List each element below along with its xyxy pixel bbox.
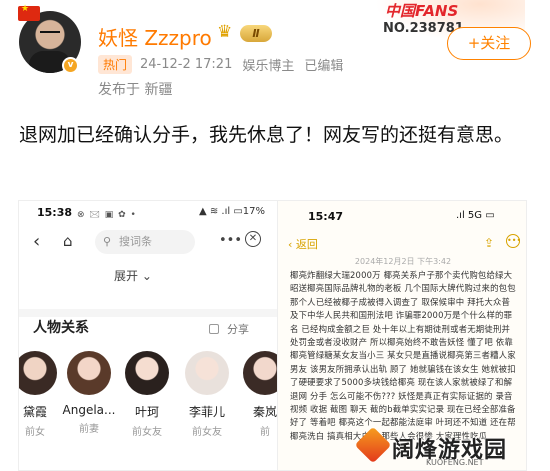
- status-time: 15:47: [308, 210, 344, 223]
- relation-role: 前: [260, 427, 270, 438]
- relation-name: 秦岚: [252, 405, 277, 419]
- hot-tag[interactable]: 热门: [98, 55, 133, 74]
- relation-item[interactable]: 叶珂 前女友: [117, 351, 177, 438]
- search-input[interactable]: ⚲ 搜词条: [95, 230, 195, 254]
- close-icon[interactable]: ✕: [245, 231, 261, 247]
- share-label: 分享: [227, 323, 249, 336]
- relation-role: 前妻: [79, 424, 99, 435]
- level-badge: Ⅱ: [240, 25, 272, 42]
- relation-item[interactable]: Angela... 前妻: [59, 351, 119, 435]
- relation-avatar: [67, 351, 111, 395]
- status-bar: 15:38 ⊗ 🖂 ▣ ✿ • ▲ ≋ .ıl ▭17%: [19, 206, 277, 222]
- relation-avatar: [243, 351, 277, 395]
- notes-back-button[interactable]: ‹ 返回: [288, 236, 318, 252]
- share-icon[interactable]: ⇪: [484, 236, 494, 250]
- browser-nav: ‹ ⌂ ⚲ 搜词条 ••• ✕: [19, 229, 277, 259]
- relation-name: 李菲儿: [188, 405, 225, 419]
- avatar-glasses: [40, 31, 60, 36]
- site-watermark: 阔烽游戏园 KUOFENG.NET: [354, 426, 535, 467]
- section-title: 人物关系: [33, 320, 89, 336]
- back-icon[interactable]: ‹: [33, 231, 40, 252]
- more-icon[interactable]: •••: [506, 234, 521, 248]
- section-divider: [19, 309, 277, 317]
- relation-role: 前女: [25, 427, 45, 438]
- relation-item[interactable]: 黛霞 前女: [19, 351, 65, 438]
- relation-avatar: [125, 351, 169, 395]
- verified-badge-icon: v: [62, 57, 79, 74]
- fans-title: 中国FANS: [385, 2, 459, 20]
- home-icon[interactable]: ⌂: [63, 232, 73, 250]
- china-flag-icon: [18, 4, 40, 21]
- attached-image-1[interactable]: 15:38 ⊗ 🖂 ▣ ✿ • ▲ ≋ .ıl ▭17% ‹ ⌂ ⚲ 搜词条 •…: [18, 200, 278, 471]
- note-body: 椰亮炸翻绿大瑞2000万 椰亮关系户子那个卖代购包给绿大昭送椰亮国际品牌礼物的老…: [290, 270, 516, 441]
- relation-role: 前女友: [192, 427, 222, 438]
- more-icon[interactable]: •••: [219, 233, 242, 248]
- post-text: 退网加已经确认分手，我先休息了！网友写的还挺有意思。: [19, 124, 514, 146]
- crown-icon: ♛: [217, 22, 233, 42]
- status-right: .ıl 5G ▭: [456, 210, 495, 221]
- author-username[interactable]: 妖怪 Zzzpro: [98, 22, 212, 51]
- relation-name: 黛霞: [22, 405, 47, 419]
- watermark-logo-icon: [354, 426, 392, 464]
- status-right: ▲ ≋ .ıl ▭17%: [199, 206, 266, 217]
- share-button[interactable]: 分享: [209, 321, 249, 337]
- search-icon: ⚲: [103, 235, 112, 248]
- attached-image-2[interactable]: 15:47 .ıl 5G ▭ ‹ 返回 ⇪ ••• 2024年12月2日 下午3…: [277, 200, 527, 471]
- posted-from: 发布于 新疆: [98, 82, 173, 98]
- status-time: 15:38: [37, 206, 73, 219]
- relation-role: 前女友: [132, 427, 162, 438]
- status-icons: ⊗ 🖂 ▣ ✿ •: [77, 210, 137, 220]
- edited-label[interactable]: 已编辑: [304, 55, 343, 74]
- follow-button[interactable]: +关注: [447, 27, 531, 60]
- relation-avatar: [19, 351, 57, 395]
- search-placeholder: 搜词条: [119, 235, 152, 248]
- watermark-url: KUOFENG.NET: [426, 458, 484, 467]
- back-label: 返回: [295, 238, 318, 251]
- share-icon: [209, 324, 219, 334]
- relation-item[interactable]: 李菲儿 前女友: [177, 351, 237, 438]
- relation-item[interactable]: 秦岚 前: [235, 351, 277, 438]
- expand-button[interactable]: 展开 ⌄: [114, 267, 152, 284]
- relation-name: Angela...: [62, 403, 116, 417]
- expand-label: 展开: [114, 269, 139, 283]
- relation-name: 叶珂: [134, 405, 159, 419]
- post-meta: 热门 24-12-2 17:21 娱乐博主 已编辑: [98, 55, 343, 74]
- note-date: 2024年12月2日 下午3:42: [354, 257, 452, 266]
- relation-avatar: [185, 351, 229, 395]
- post-timestamp: 24-12-2 17:21: [140, 57, 233, 72]
- post-category: 娱乐博主: [242, 59, 295, 74]
